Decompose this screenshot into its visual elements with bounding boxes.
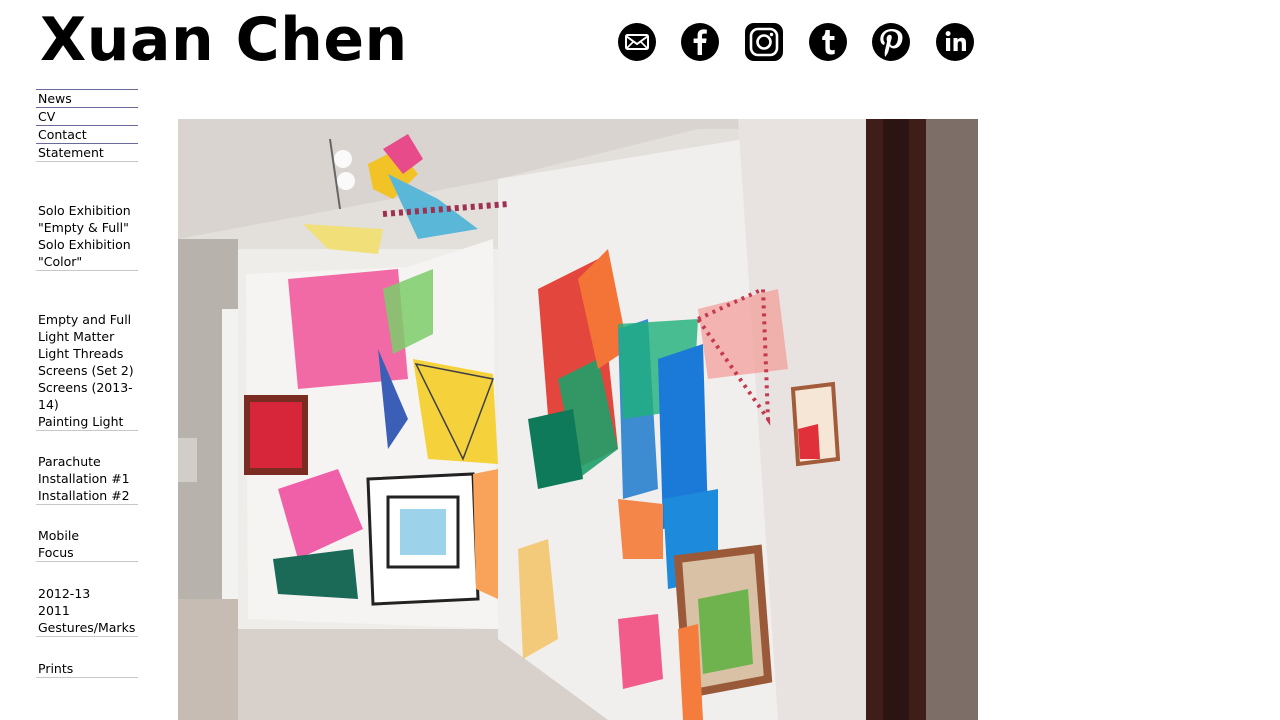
nav-item-empty-full-title[interactable]: "Empty & Full" <box>36 219 138 236</box>
nav-item-statement[interactable]: Statement <box>36 143 138 161</box>
nav-item-parachute[interactable]: Parachute <box>36 453 138 470</box>
pinterest-link[interactable] <box>871 22 911 62</box>
nav-group-years: 2012-13 2011 Gestures/Marks <box>36 585 138 637</box>
nav-group-works: Empty and Full Light Matter Light Thread… <box>36 311 138 431</box>
nav-group-prints: Prints <box>36 660 138 678</box>
nav-item-empty-and-full[interactable]: Empty and Full <box>36 311 138 328</box>
nav-item-cv[interactable]: CV <box>36 107 138 125</box>
nav-item-installation-2[interactable]: Installation #2 <box>36 487 138 504</box>
nav-item-2011[interactable]: 2011 <box>36 602 138 619</box>
nav-item-2012-13[interactable]: 2012-13 <box>36 585 138 602</box>
nav-group-exhibitions: Solo Exhibition "Empty & Full" Solo Exhi… <box>36 202 138 271</box>
site-title[interactable]: Xuan Chen <box>40 10 408 70</box>
nav-item-light-matter[interactable]: Light Matter <box>36 328 138 345</box>
installation-photo <box>178 119 978 720</box>
email-icon <box>618 23 656 61</box>
nav-item-prints[interactable]: Prints <box>36 660 138 677</box>
nav-item-painting-light[interactable]: Painting Light <box>36 413 138 430</box>
facebook-link[interactable] <box>680 22 720 62</box>
image-nav-handle[interactable] <box>175 438 197 482</box>
nav-item-contact[interactable]: Contact <box>36 125 138 143</box>
linkedin-link[interactable] <box>935 22 975 62</box>
nav-item-gestures-marks[interactable]: Gestures/Marks <box>36 619 138 636</box>
email-link[interactable] <box>617 22 657 62</box>
instagram-link[interactable] <box>744 22 784 62</box>
pinterest-icon <box>872 23 910 61</box>
nav-item-news[interactable]: News <box>36 89 138 107</box>
tumblr-link[interactable] <box>808 22 848 62</box>
nav-item-light-threads[interactable]: Light Threads <box>36 345 138 362</box>
nav-item-installation-1[interactable]: Installation #1 <box>36 470 138 487</box>
nav-item-solo-exhibition-color[interactable]: Solo Exhibition <box>36 236 138 253</box>
facebook-icon <box>681 23 719 61</box>
nav-group-main: News CV Contact Statement <box>36 89 138 162</box>
instagram-icon <box>745 23 783 61</box>
nav-group-installations: Parachute Installation #1 Installation #… <box>36 453 138 505</box>
nav-item-color-title[interactable]: "Color" <box>36 253 138 270</box>
nav-group-mobile: Mobile Focus <box>36 527 138 562</box>
nav-item-screens-set-2[interactable]: Screens (Set 2) <box>36 362 138 379</box>
tumblr-icon <box>809 23 847 61</box>
linkedin-icon <box>936 23 974 61</box>
nav-item-screens-2013-14[interactable]: Screens (2013-14) <box>36 379 138 413</box>
nav-item-mobile[interactable]: Mobile <box>36 527 138 544</box>
nav-item-focus[interactable]: Focus <box>36 544 138 561</box>
nav-item-solo-exhibition-empty-full[interactable]: Solo Exhibition <box>36 202 138 219</box>
hero-image <box>178 119 978 720</box>
